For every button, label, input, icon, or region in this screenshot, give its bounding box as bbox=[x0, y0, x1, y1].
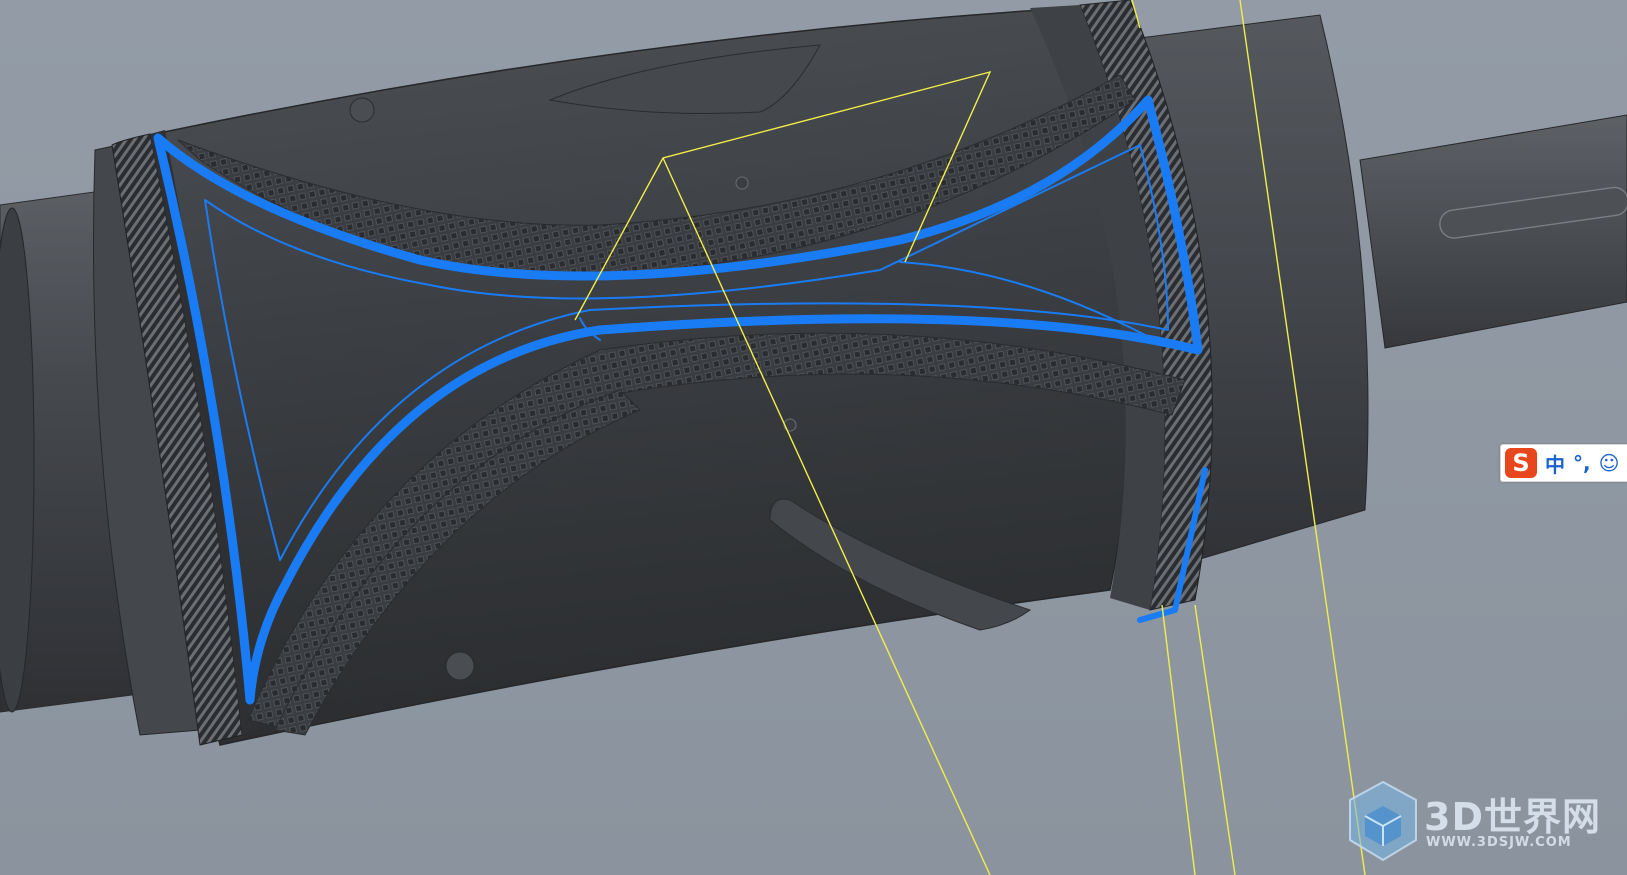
cad-viewport[interactable]: S 中 °, ☺ 3D世界网 WWW.3DSJW.COM bbox=[0, 0, 1627, 875]
ime-status-bar[interactable]: S 中 °, ☺ bbox=[1500, 444, 1627, 482]
ime-emoji-icon[interactable]: ☺ bbox=[1599, 451, 1620, 475]
boss-top bbox=[349, 97, 375, 123]
pin-lower bbox=[783, 418, 797, 432]
cad-scene[interactable] bbox=[0, 0, 1627, 875]
pin-upper bbox=[735, 176, 749, 190]
ime-punct-toggle[interactable]: °, bbox=[1573, 451, 1591, 475]
watermark-brand: 3D世界网 bbox=[1424, 795, 1601, 839]
watermark-url: WWW.3DSJW.COM bbox=[1426, 835, 1572, 850]
ime-mode-toggle[interactable]: 中 bbox=[1545, 449, 1565, 478]
watermark: 3D世界网 WWW.3DSJW.COM bbox=[1346, 778, 1616, 868]
ime-logo-icon[interactable]: S bbox=[1505, 448, 1537, 478]
boss-bottom bbox=[445, 651, 475, 681]
cube-icon bbox=[1349, 780, 1417, 862]
